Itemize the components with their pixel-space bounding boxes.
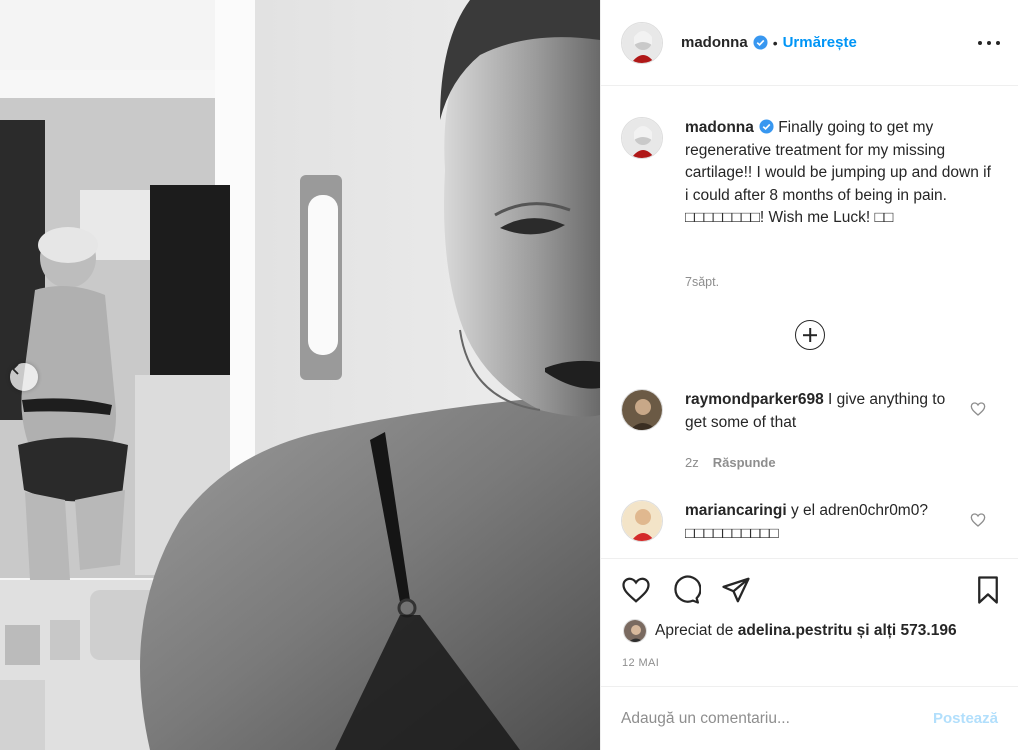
plus-circle-icon[interactable] <box>795 320 825 350</box>
likes-count-link[interactable]: și alți 573.196 <box>857 622 957 640</box>
comment-bubble-icon[interactable] <box>671 575 701 605</box>
post-comment-button[interactable]: Postează <box>933 710 998 727</box>
likes-summary: Apreciat de adelina.pestritu și alți 573… <box>623 619 957 643</box>
author-username[interactable]: madonna <box>681 34 748 51</box>
comment-item: raymondparker698 I give anything to get … <box>621 389 955 434</box>
caption-timestamp[interactable]: 7săpt. <box>685 275 719 289</box>
post-photo <box>0 0 600 750</box>
verified-badge-icon <box>753 35 768 50</box>
instagram-post-view: madonna • Urmărește madonna Finally goin… <box>0 0 1018 750</box>
paper-plane-icon[interactable] <box>721 575 751 605</box>
comment-username[interactable]: mariancaringi <box>685 502 787 519</box>
verified-badge-icon <box>759 119 774 134</box>
comments-area[interactable]: madonna Finally going to get my regenera… <box>601 87 1018 558</box>
comment-item: mariancaringi y el adren0chr0m0? □□□□□□□… <box>621 500 955 545</box>
commenter-avatar[interactable] <box>621 389 663 431</box>
post-date[interactable]: 12 MAI <box>622 657 659 669</box>
follow-button[interactable]: Urmărește <box>783 34 857 51</box>
caption-text-block: madonna Finally going to get my regenera… <box>685 117 995 230</box>
add-comment-bar: Postează <box>601 686 1018 750</box>
separator-dot: • <box>772 34 778 51</box>
comment-username[interactable]: raymondparker698 <box>685 391 824 408</box>
comment-text-block: raymondparker698 I give anything to get … <box>685 389 955 434</box>
post-actions: Apreciat de adelina.pestritu și alți 573… <box>601 558 1018 686</box>
comment-input[interactable] <box>621 709 933 728</box>
comment-like-heart-icon[interactable] <box>970 401 986 417</box>
bookmark-icon[interactable] <box>973 575 1003 605</box>
more-options-icon[interactable] <box>978 33 1000 53</box>
comment-text-block: mariancaringi y el adren0chr0m0? □□□□□□□… <box>685 500 955 545</box>
commenter-avatar[interactable] <box>621 500 663 542</box>
heart-icon[interactable] <box>621 575 651 605</box>
caption-author-avatar[interactable] <box>621 117 663 159</box>
likes-prefix: Apreciat de <box>655 622 734 639</box>
liker-avatar[interactable] <box>623 619 647 643</box>
comment-timestamp[interactable]: 2z <box>685 455 699 470</box>
chevron-left-icon <box>11 363 19 375</box>
post-header: madonna • Urmărește <box>601 0 1018 86</box>
caption-username[interactable]: madonna <box>685 119 754 136</box>
comment-like-heart-icon[interactable] <box>970 512 986 528</box>
post-caption: madonna Finally going to get my regenera… <box>621 117 995 230</box>
liker-username[interactable]: adelina.pestritu <box>738 622 853 640</box>
carousel-prev-button[interactable] <box>10 363 38 391</box>
photo-illustration <box>0 0 600 750</box>
post-side-panel: madonna • Urmărește madonna Finally goin… <box>600 0 1018 750</box>
reply-button[interactable]: Răspunde <box>713 455 776 470</box>
author-avatar[interactable] <box>621 21 663 64</box>
